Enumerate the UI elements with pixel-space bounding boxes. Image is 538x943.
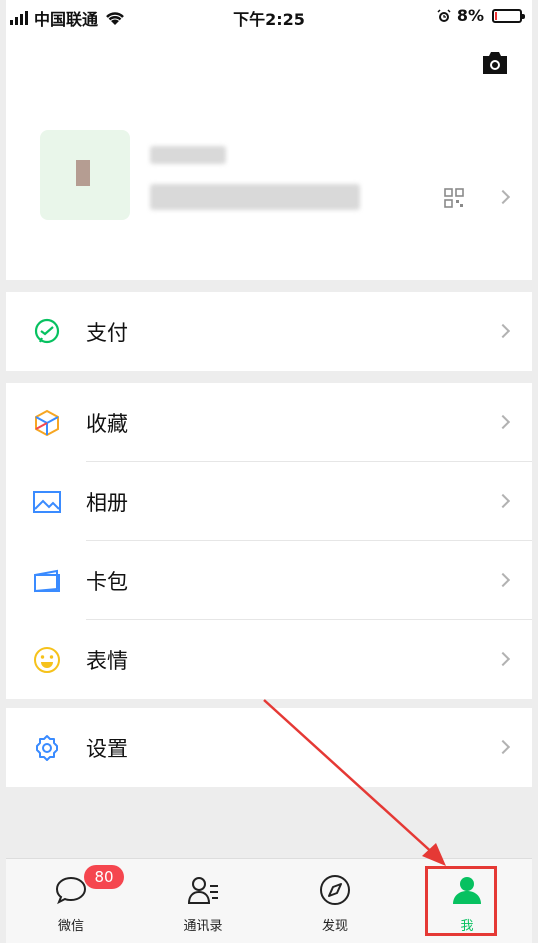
card-wallet-icon xyxy=(34,569,60,592)
settings-gear-icon xyxy=(36,734,58,761)
menu-label: 支付 xyxy=(86,320,128,345)
pay-icon xyxy=(34,318,60,343)
menu-label: 表情 xyxy=(86,648,128,673)
tab-discover[interactable]: 发现 xyxy=(270,859,400,943)
menu-item-card-wallet[interactable]: 卡包 xyxy=(6,541,532,620)
tab-label: 微信 xyxy=(57,919,84,934)
chevron-right-icon xyxy=(495,323,511,339)
chevron-right-icon xyxy=(495,189,511,205)
tab-label: 通讯录 xyxy=(183,919,223,934)
status-bar: 中国联通 下午2:25 8% xyxy=(6,0,532,32)
pay-group: 支付 xyxy=(6,292,532,371)
settings-group: 设置 xyxy=(6,708,532,787)
menu-label: 相册 xyxy=(86,490,128,515)
tab-label: 发现 xyxy=(321,919,348,934)
tools-group: 收藏 相册 卡包 表情 xyxy=(6,383,532,699)
profile-card[interactable] xyxy=(6,32,532,280)
chevron-right-icon xyxy=(495,493,511,509)
menu-item-album[interactable]: 相册 xyxy=(6,462,532,541)
battery-area: 8% xyxy=(437,6,525,25)
wechat-me-screen: 中国联通 下午2:25 8% 支付 收藏 相册 卡包 表情 设置 80 微信 通… xyxy=(6,0,532,943)
menu-label: 设置 xyxy=(86,736,128,761)
favorites-icon xyxy=(35,409,59,436)
chat-bubble-icon xyxy=(55,876,87,905)
highlight-box xyxy=(425,866,497,936)
battery-icon xyxy=(492,8,525,23)
menu-item-pay[interactable]: 支付 xyxy=(6,292,532,371)
menu-item-stickers[interactable]: 表情 xyxy=(6,620,532,699)
menu-item-favorites[interactable]: 收藏 xyxy=(6,383,532,462)
tab-contacts[interactable]: 通讯录 xyxy=(138,859,268,943)
menu-label: 收藏 xyxy=(86,411,128,436)
chevron-right-icon xyxy=(495,572,511,588)
avatar[interactable] xyxy=(40,130,130,220)
menu-label: 卡包 xyxy=(86,569,128,594)
chevron-right-icon xyxy=(495,414,511,430)
battery-percent: 8% xyxy=(456,6,484,25)
alarm-icon xyxy=(437,8,451,22)
qr-code-icon[interactable] xyxy=(444,188,464,208)
unread-badge: 80 xyxy=(84,865,124,889)
album-icon xyxy=(33,490,61,513)
camera-icon[interactable] xyxy=(480,50,510,76)
contacts-icon xyxy=(187,877,218,904)
nickname-blurred xyxy=(150,146,226,164)
wechat-id-blurred xyxy=(150,184,360,210)
chevron-right-icon xyxy=(495,739,511,755)
tab-chats[interactable]: 80 微信 xyxy=(6,859,136,943)
compass-icon xyxy=(320,875,350,905)
chevron-right-icon xyxy=(495,651,511,667)
menu-item-settings[interactable]: 设置 xyxy=(6,708,532,787)
sticker-icon xyxy=(34,646,60,673)
